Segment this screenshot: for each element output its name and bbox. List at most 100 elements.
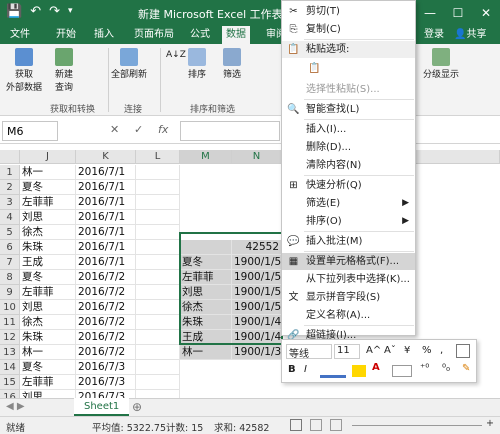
- zoom-slider[interactable]: [352, 425, 482, 426]
- row-header[interactable]: 6: [0, 240, 20, 255]
- context-menu-item[interactable]: 删除(D)...: [282, 139, 415, 156]
- cell-j[interactable]: 徐杰: [20, 315, 76, 330]
- font-name-select[interactable]: 等线: [286, 344, 332, 360]
- row-header[interactable]: 15: [0, 375, 20, 390]
- row-header[interactable]: 16: [0, 390, 20, 398]
- cell-l[interactable]: [136, 255, 180, 270]
- column-header-n[interactable]: N: [232, 150, 282, 164]
- context-menu-item[interactable]: ✂ 剪切(T): [282, 3, 415, 20]
- refresh-all-button[interactable]: 全部刷新: [104, 48, 154, 80]
- context-menu-item[interactable]: ▦ 设置单元格格式(F)...: [282, 253, 415, 270]
- select-all-corner[interactable]: [0, 150, 20, 164]
- cell-k[interactable]: 2016/7/1: [76, 165, 136, 180]
- undo-icon[interactable]: ↶: [30, 4, 41, 19]
- tab-insert[interactable]: 插入: [90, 26, 118, 44]
- cell-l[interactable]: [136, 165, 180, 180]
- context-menu-item[interactable]: 🔍 智能查找(L): [282, 101, 415, 118]
- cell-l[interactable]: [136, 240, 180, 255]
- add-sheet-icon[interactable]: ⊕: [132, 400, 142, 414]
- page-break-view-icon[interactable]: [330, 419, 342, 431]
- cell-j[interactable]: 林一: [20, 165, 76, 180]
- cell-j[interactable]: 朱珠: [20, 240, 76, 255]
- context-menu-item[interactable]: 从下拉列表中选择(K)...: [282, 271, 415, 288]
- tab-home[interactable]: 开始: [52, 26, 80, 44]
- context-menu-item[interactable]: 文显示拼音字段(S): [282, 289, 415, 306]
- merge-cells-icon[interactable]: [392, 365, 412, 377]
- cell-j[interactable]: 林一: [20, 345, 76, 360]
- row-header[interactable]: 13: [0, 345, 20, 360]
- cell-k[interactable]: 2016/7/2: [76, 300, 136, 315]
- sort-button[interactable]: 排序: [186, 48, 208, 80]
- cell-l[interactable]: [136, 210, 180, 225]
- cell-j[interactable]: 左菲菲: [20, 375, 76, 390]
- percent-icon[interactable]: %: [422, 345, 432, 356]
- context-menu-item[interactable]: 排序(O) ▶: [282, 213, 415, 230]
- cell-l[interactable]: [136, 225, 180, 240]
- tab-formulas[interactable]: 公式: [186, 26, 214, 44]
- column-header-j[interactable]: J: [20, 150, 76, 164]
- row-header[interactable]: 5: [0, 225, 20, 240]
- row-header[interactable]: 3: [0, 195, 20, 210]
- page-layout-view-icon[interactable]: [310, 419, 322, 431]
- row-header[interactable]: 8: [0, 270, 20, 285]
- decrease-decimal-icon[interactable]: ⁰₀: [442, 363, 450, 374]
- cell-l[interactable]: [136, 300, 180, 315]
- cell-k[interactable]: 2016/7/1: [76, 225, 136, 240]
- sheet-nav-icon[interactable]: ◀ ▶: [6, 401, 25, 412]
- cell-k[interactable]: 2016/7/3: [76, 390, 136, 398]
- enter-icon[interactable]: ✓: [134, 123, 143, 136]
- cell-l[interactable]: [136, 375, 180, 390]
- cell-k[interactable]: 2016/7/1: [76, 240, 136, 255]
- context-menu-item[interactable]: 筛选(E) ▶: [282, 195, 415, 212]
- cell-j[interactable]: 徐杰: [20, 225, 76, 240]
- login-link[interactable]: 登录: [420, 26, 448, 44]
- italic-button[interactable]: I: [304, 364, 307, 375]
- row-header[interactable]: 2: [0, 180, 20, 195]
- cell-k[interactable]: 2016/7/1: [76, 255, 136, 270]
- row-header[interactable]: 1: [0, 165, 20, 180]
- cell-l[interactable]: [136, 390, 180, 398]
- tab-page-layout[interactable]: 页面布局: [130, 26, 178, 44]
- currency-icon[interactable]: ¥: [404, 345, 410, 356]
- cell-j[interactable]: 夏冬: [20, 180, 76, 195]
- new-query-button[interactable]: 新建 查询: [50, 48, 78, 93]
- row-header[interactable]: 14: [0, 360, 20, 375]
- cell-k[interactable]: 2016/7/2: [76, 330, 136, 345]
- row-header[interactable]: 4: [0, 210, 20, 225]
- cell-m[interactable]: 林一: [180, 345, 232, 360]
- cell-l[interactable]: [136, 315, 180, 330]
- cell-l[interactable]: [136, 195, 180, 210]
- cell-j[interactable]: 刘思: [20, 390, 76, 398]
- cell-l[interactable]: [136, 270, 180, 285]
- customize-qat-icon[interactable]: ▾: [68, 6, 73, 19]
- cell-j[interactable]: 刘思: [20, 210, 76, 225]
- row-header[interactable]: 12: [0, 330, 20, 345]
- name-box[interactable]: M6: [2, 121, 58, 141]
- cell-j[interactable]: 左菲菲: [20, 285, 76, 300]
- row-header[interactable]: 9: [0, 285, 20, 300]
- row-header[interactable]: 10: [0, 300, 20, 315]
- cell-l[interactable]: [136, 345, 180, 360]
- cell-k[interactable]: 2016/7/2: [76, 345, 136, 360]
- save-icon[interactable]: 💾: [6, 4, 22, 19]
- font-color-icon[interactable]: A: [372, 362, 380, 373]
- cell-k[interactable]: 2016/7/3: [76, 360, 136, 375]
- context-menu-item[interactable]: 💬 插入批注(M): [282, 233, 415, 250]
- cell-j[interactable]: 刘思: [20, 300, 76, 315]
- comma-style-icon[interactable]: ,: [440, 345, 443, 356]
- cell-k[interactable]: 2016/7/2: [76, 315, 136, 330]
- decrease-font-icon[interactable]: Aˇ: [384, 345, 396, 356]
- context-menu-item[interactable]: ⎘ 复制(C): [282, 21, 415, 38]
- cell-j[interactable]: 夏冬: [20, 360, 76, 375]
- zoom-in-icon[interactable]: +: [486, 418, 494, 429]
- align-center-icon[interactable]: [320, 364, 346, 378]
- normal-view-icon[interactable]: [290, 419, 302, 431]
- bold-button[interactable]: B: [288, 364, 296, 375]
- cell-n[interactable]: 1900/1/3: [232, 345, 282, 360]
- cell-l[interactable]: [136, 360, 180, 375]
- redo-icon[interactable]: ↷: [49, 4, 60, 19]
- tab-data[interactable]: 数据: [222, 26, 250, 44]
- context-menu-item[interactable]: 插入(I)...: [282, 121, 415, 138]
- column-header-k[interactable]: K: [76, 150, 136, 164]
- column-header-m[interactable]: M: [180, 150, 232, 164]
